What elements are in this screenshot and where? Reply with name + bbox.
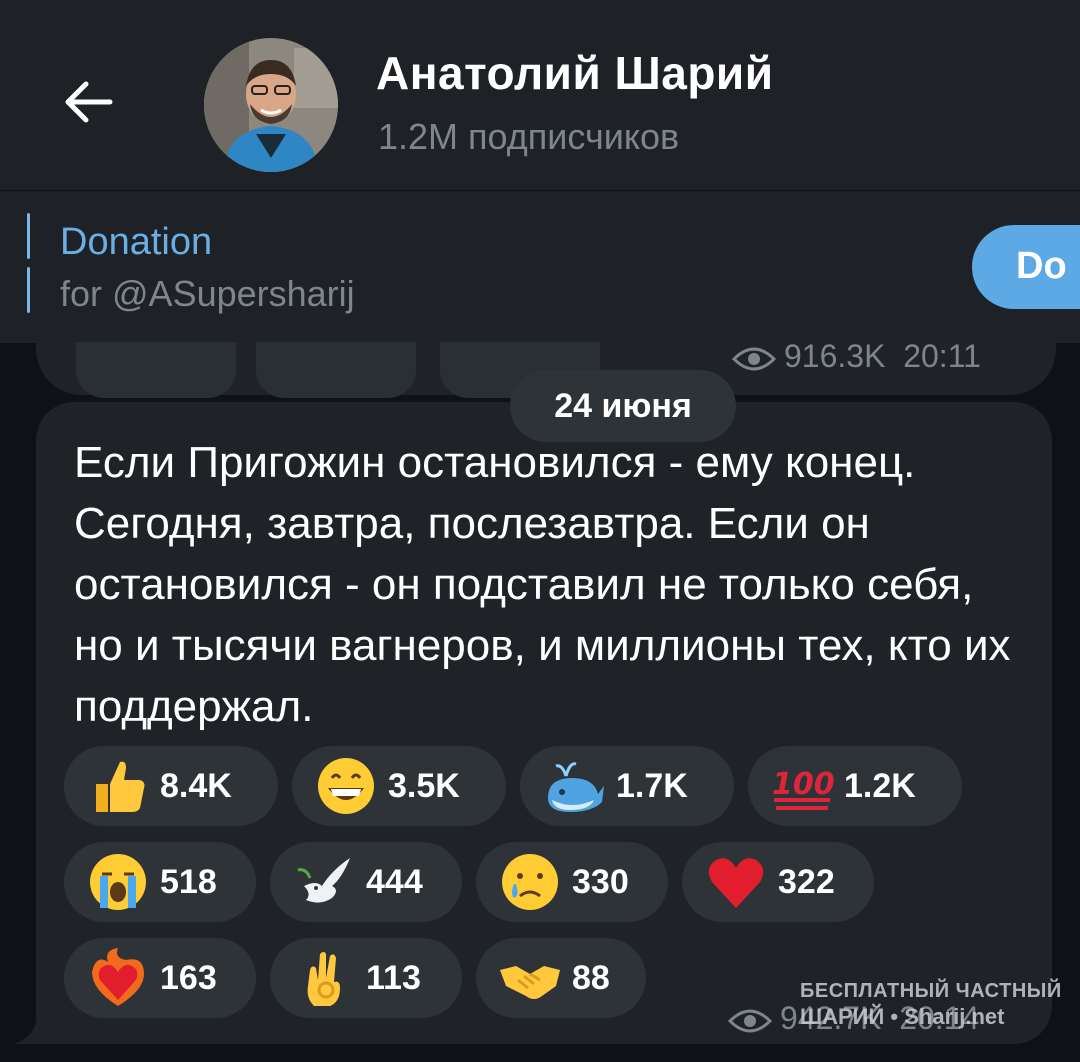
reaction-heart[interactable]: 322 (682, 842, 874, 922)
watermark: БЕСПЛАТНЫЙ ЧАСТНЫЙ ШАРИЙ • Sharij.net (800, 980, 1061, 1036)
reaction-heart-fire[interactable]: 163 (64, 938, 256, 1018)
arrow-left-icon (65, 81, 113, 123)
eye-icon (732, 347, 776, 371)
reaction-dove[interactable]: 444 (270, 842, 462, 922)
eye-icon (728, 1009, 772, 1033)
reaction-thumbs-up[interactable]: 8.4K (64, 746, 278, 826)
donate-button[interactable]: Do (972, 225, 1080, 309)
message-text: Если Пригожин остановился - ему конец. С… (74, 438, 1011, 731)
hundred-points-icon: 100 (772, 767, 834, 810)
date-label: 24 июня (554, 387, 692, 425)
watermark-line: ШАРИЙ • Sharij.net (800, 1004, 1005, 1029)
reaction-count: 88 (572, 959, 610, 997)
reaction-count: 1.7K (616, 767, 688, 805)
reaction-count: 330 (572, 863, 629, 901)
dove-icon (297, 858, 350, 903)
reaction-count: 518 (160, 863, 217, 901)
subscriber-count: 1.2M подписчиков (378, 116, 680, 157)
reaction-pill[interactable] (256, 342, 416, 398)
bubble-tail (14, 1018, 44, 1044)
handshake-icon (500, 966, 560, 999)
reaction-count: 113 (366, 959, 421, 997)
pin-indicator (27, 267, 30, 313)
reaction-hundred[interactable]: 100 1.2K (748, 746, 962, 826)
previous-view-count: 916.3K (784, 338, 886, 374)
reaction-grinning[interactable]: 3.5K (292, 746, 506, 826)
reaction-loudly-crying[interactable]: 518 (64, 842, 256, 922)
whale-icon (548, 762, 604, 812)
reaction-count: 322 (778, 863, 835, 901)
crying-face-icon (502, 854, 558, 910)
back-button[interactable] (58, 72, 118, 132)
reaction-count: 8.4K (160, 767, 232, 805)
svg-text:100: 100 (772, 767, 834, 802)
pin-indicator (27, 213, 30, 259)
channel-name[interactable]: Анатолий Шарий (376, 46, 773, 100)
pinned-message-bar[interactable]: Donation for @ASupersharij Do (0, 190, 1080, 343)
reaction-whale[interactable]: 1.7K (520, 746, 734, 826)
reaction-pill[interactable] (76, 342, 236, 398)
donate-button-label: Do (1016, 245, 1067, 287)
pinned-subtitle: for @ASupersharij (60, 273, 355, 314)
reaction-count: 444 (366, 863, 423, 901)
reaction-crying[interactable]: 330 (476, 842, 668, 922)
grinning-face-icon (318, 758, 374, 814)
thumbs-up-icon (96, 761, 145, 812)
red-heart-icon (708, 858, 764, 908)
reaction-handshake[interactable]: 88 (476, 938, 646, 1018)
watermark-line: БЕСПЛАТНЫЙ ЧАСТНЫЙ (800, 980, 1062, 1002)
reaction-count: 163 (160, 959, 217, 997)
reaction-count: 1.2K (844, 767, 916, 805)
reaction-ok-hand[interactable]: 113 (270, 938, 462, 1018)
reaction-count: 3.5K (388, 767, 460, 805)
avatar[interactable] (204, 38, 338, 172)
heart-on-fire-icon (92, 948, 144, 1006)
previous-message-meta: 916.3K 20:11 (732, 338, 981, 375)
previous-time: 20:11 (903, 338, 981, 374)
pinned-title: Donation (60, 221, 213, 263)
chat-header: Анатолий Шарий 1.2M подписчиков (0, 0, 1080, 190)
ok-hand-icon (307, 952, 340, 1006)
loudly-crying-face-icon (90, 854, 146, 910)
